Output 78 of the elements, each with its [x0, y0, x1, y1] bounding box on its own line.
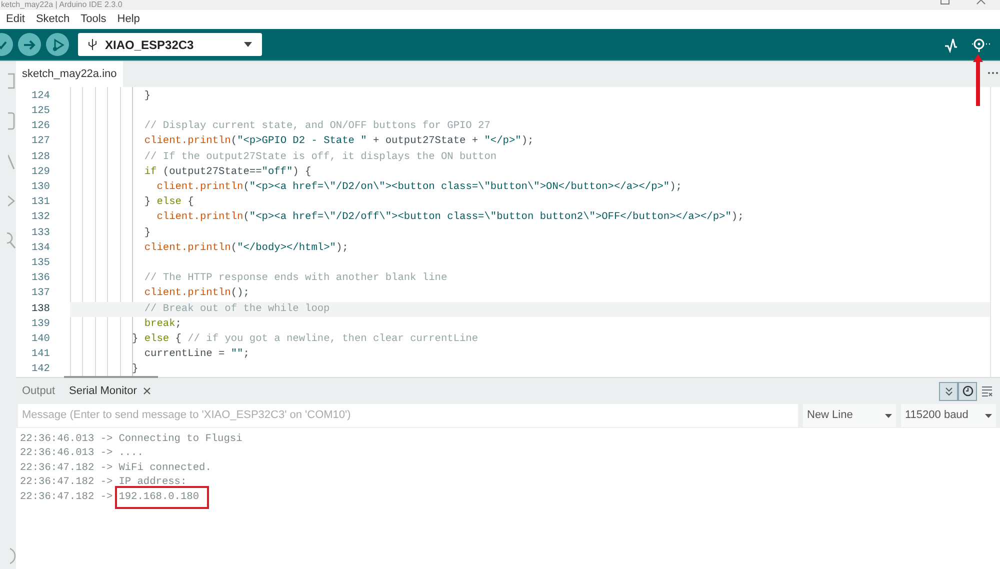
arrow-right-icon	[23, 38, 36, 50]
line-number: 141	[30, 347, 50, 362]
code-line: client.println("<p><a href=\"/D2/off\"><button class=\"button button2\">OFF</button></a></p>");	[156, 210, 744, 226]
timestamp-text: 22:36:47.182 ->	[20, 475, 113, 490]
code-line: }	[143, 88, 151, 104]
line-number: 129	[30, 164, 50, 180]
line-number: 142	[30, 362, 50, 378]
line-number: 134	[30, 240, 50, 256]
line-ending-dropdown[interactable]: New Line	[803, 404, 896, 427]
chevrons-down-icon	[942, 385, 954, 397]
code-line: // If the output27State is off, it displays the ON button	[143, 150, 497, 165]
code-line: // Display current state, and ON/OFF buttons for GPIO 27	[143, 119, 490, 134]
timestamp-text: 22:36:46.013 ->	[20, 432, 113, 447]
line-number: 133	[30, 226, 50, 241]
usb-icon	[88, 38, 97, 51]
code-line: // The HTTP response ends with another blank line	[143, 271, 448, 286]
line-number: 127	[30, 134, 50, 150]
pulse-icon[interactable]	[944, 36, 958, 52]
line-number: 125	[30, 104, 50, 120]
output-text: WiFi connected.	[118, 460, 212, 476]
code-line: }	[132, 362, 138, 378]
line-number: 135	[30, 256, 50, 271]
upload-button[interactable]	[18, 33, 41, 56]
debug-icon[interactable]	[8, 194, 16, 208]
panel-tab[interactable]: Output	[22, 382, 56, 400]
line-number: 138	[30, 302, 50, 316]
line-number: 139	[30, 316, 50, 332]
menu-item[interactable]: Tools	[80, 11, 106, 28]
timestamp-text: 22:36:46.013 ->	[20, 446, 113, 462]
debug-icon	[50, 38, 64, 52]
line-number: 124	[30, 88, 50, 104]
code-line: currentLine = "";	[143, 347, 250, 362]
code-line: client.println("<p>GPIO D2 - State " + output27State + "</p>");	[143, 134, 534, 150]
code-line: client.println();	[143, 286, 250, 302]
menu-item[interactable]: Edit	[6, 11, 25, 28]
timestamp-text: 22:36:47.182 ->	[20, 490, 113, 505]
line-number: 130	[30, 180, 50, 195]
clear-list-icon	[980, 385, 992, 397]
code-line: client.println("</body></html>");	[143, 240, 348, 256]
code-line: break;	[143, 316, 182, 332]
menu-item[interactable]: Help	[117, 11, 140, 28]
output-text: 192.168.0.180	[118, 490, 200, 503]
search-icon[interactable]	[7, 231, 16, 249]
code-line: if (output27State=="off") {	[143, 164, 312, 180]
panel-tab[interactable]: Serial Monitor	[69, 382, 151, 400]
baud-rate-dropdown[interactable]: 115200 baud	[901, 404, 996, 427]
line-number: 132	[30, 210, 50, 226]
line-number: 140	[30, 332, 50, 347]
output-text: ....	[118, 446, 144, 462]
line-number: 126	[30, 119, 50, 134]
code-line: // Break out of the while loop	[143, 302, 330, 316]
file-tab[interactable]: sketch_may22a.ino	[16, 61, 123, 87]
debug-button[interactable]	[46, 33, 69, 56]
line-number: 128	[30, 150, 50, 165]
line-number: 136	[30, 271, 50, 286]
scrollbar-thumb[interactable]	[64, 376, 158, 378]
board-selector[interactable]: XIAO_ESP32C3	[78, 33, 262, 56]
code-line: client.println("<p><a href=\"/D2/on\"><button class=\"button\">ON</button></a></p>");	[156, 180, 682, 195]
clock-toggle[interactable]	[958, 382, 977, 400]
magnifier-icon[interactable]	[971, 38, 991, 52]
caret-icon	[885, 414, 892, 418]
code-line: }	[143, 226, 151, 241]
output-text: Connecting to Flugsi	[118, 432, 242, 447]
annotation-arrow	[972, 54, 984, 106]
line-number: 137	[30, 286, 50, 302]
timestamp-text: 22:36:47.182 ->	[20, 460, 113, 476]
clock-icon	[962, 385, 974, 397]
code-line: } else { // if you got a newline, then clear currentLine	[132, 332, 478, 347]
menu-item[interactable]: Sketch	[36, 11, 70, 28]
close-icon[interactable]	[142, 387, 151, 395]
caret-icon	[985, 414, 992, 418]
line-number: 131	[30, 195, 50, 210]
caret-icon	[244, 42, 252, 47]
chevrons-down-toggle[interactable]	[939, 382, 958, 400]
message-field[interactable]: Message (Enter to send message to 'XIAO_ESP32C3' on 'COM10')	[18, 404, 798, 427]
output-text: IP address:	[118, 475, 187, 490]
code-line: } else {	[143, 195, 194, 210]
window-title: ketch_may22a | Arduino IDE 2.3.0	[0, 0, 122, 10]
